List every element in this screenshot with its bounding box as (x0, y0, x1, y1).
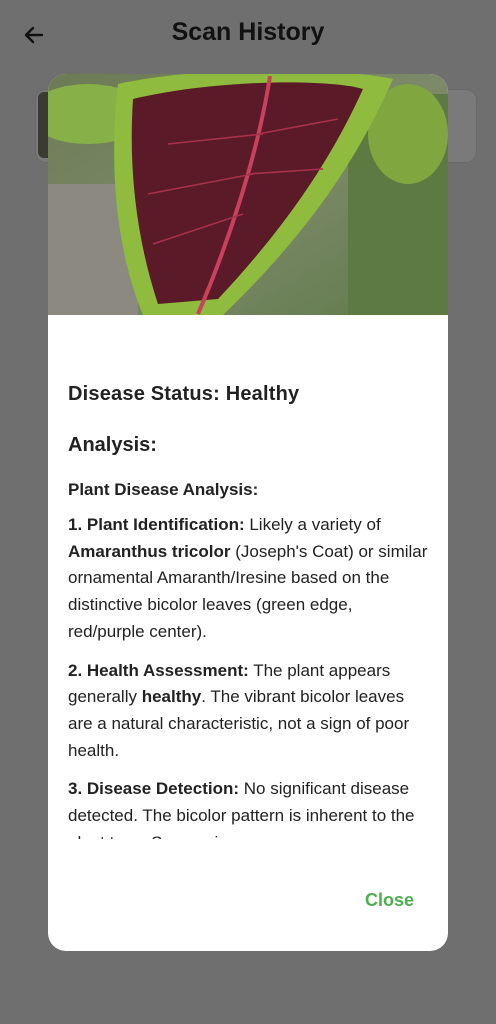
section-plant-identification: 1. Plant Identification: Likely a variet… (68, 512, 428, 646)
section-disease-detection: 3. Disease Detection: No significant dis… (68, 776, 428, 839)
app-bar: Scan History (0, 0, 496, 70)
section-text: Likely a variety of (244, 515, 381, 534)
analysis-dialog: Disease Status: Healthy Analysis: Plant … (48, 74, 448, 951)
close-button[interactable]: Close (365, 886, 414, 915)
leaf-photo (48, 74, 448, 315)
section-label: 1. Plant Identification: (68, 515, 245, 534)
disease-status: Disease Status: Healthy (68, 383, 300, 405)
section-health-assessment: 2. Health Assessment: The plant appears … (68, 658, 428, 765)
section-label: 2. Health Assessment: (68, 660, 249, 680)
analysis-heading: Analysis: (68, 434, 157, 456)
section-bold-text: healthy (141, 687, 202, 707)
report-heading: Plant Disease Analysis: (68, 480, 259, 499)
section-label: 3. Disease Detection: (68, 779, 240, 799)
analysis-content[interactable]: Disease Status: Healthy Analysis: Plant … (68, 315, 428, 839)
page-title: Scan History (171, 18, 325, 46)
section-bold-text: Amaranthus tricolor (68, 541, 231, 561)
